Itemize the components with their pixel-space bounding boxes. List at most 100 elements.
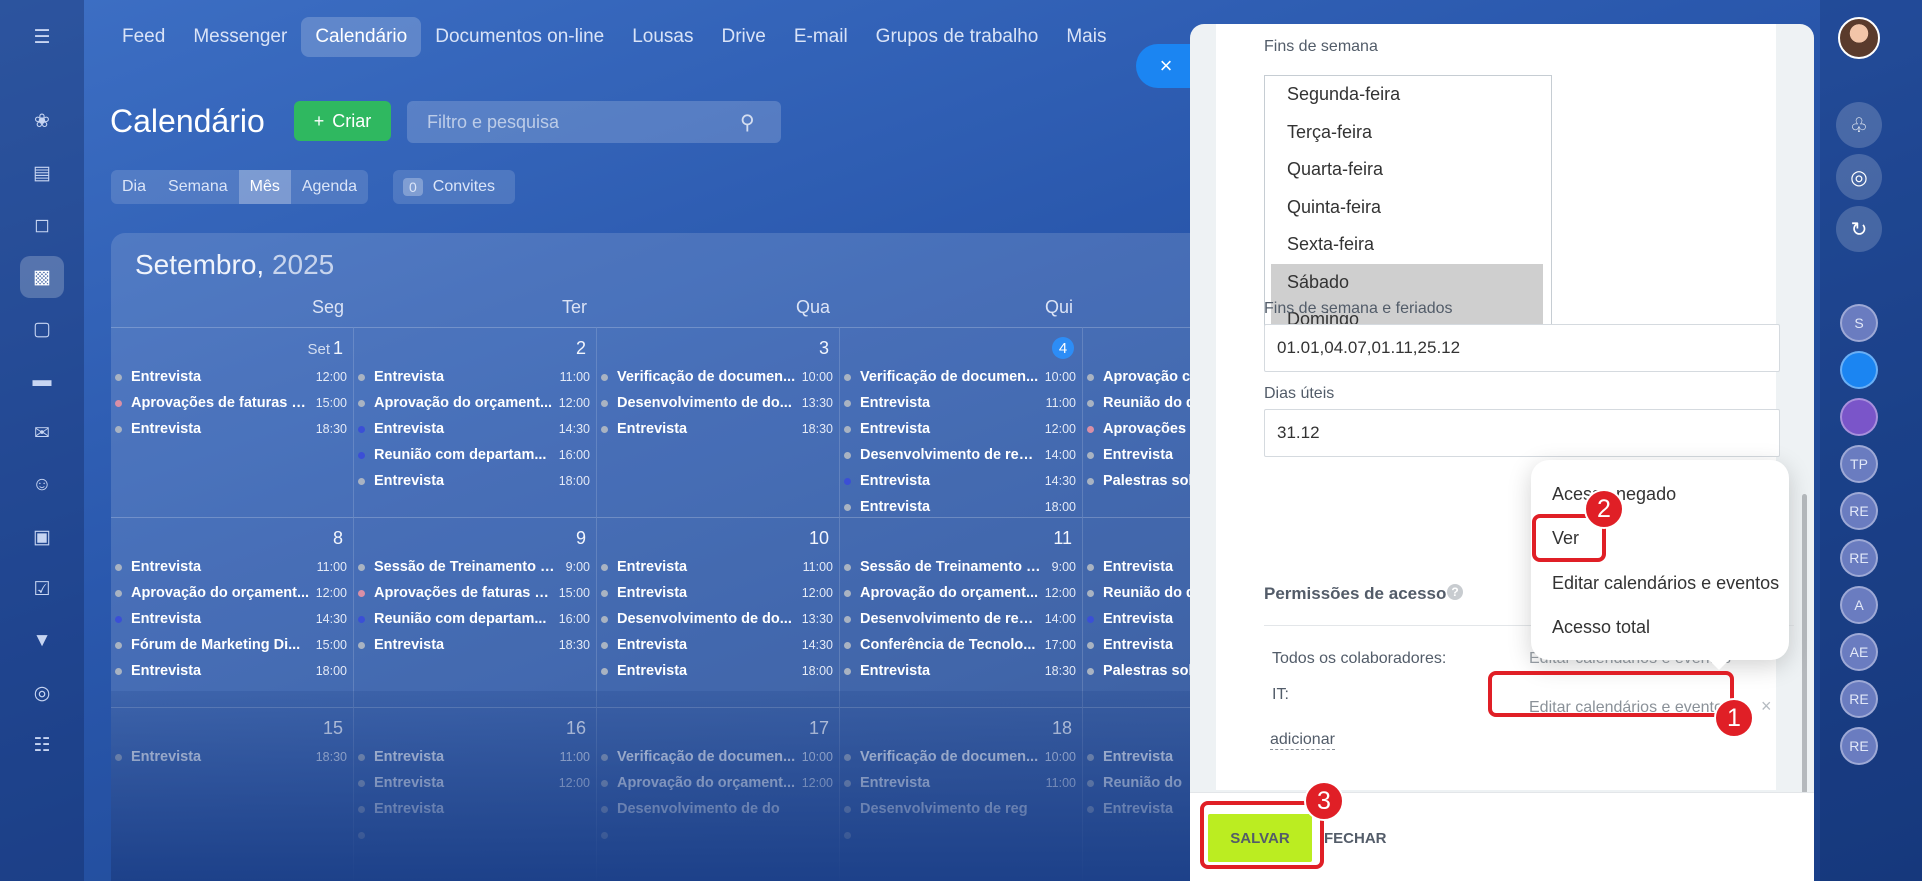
add-permission-link[interactable]: adicionar [1270,731,1335,750]
help-icon[interactable]: ? [1447,584,1463,600]
contact-avatar[interactable]: RE [1840,492,1878,530]
bell-icon[interactable]: ♧ [1836,102,1882,148]
tasks-icon[interactable]: ☑ [20,568,64,610]
holidays-input[interactable] [1264,324,1780,372]
calendar-event[interactable]: Verificação de documen... 10:00 [601,364,833,390]
calendar-event[interactable]: Reunião com departam... 16:00 [358,606,590,632]
calendar-event[interactable]: Entrevista 18:00 [115,658,347,684]
contact-avatar[interactable]: RE [1840,727,1878,765]
day-cell[interactable]: 10 Entrevista 11:00 Entrevista 12:00 Desenvol… [597,517,840,707]
weekend-option[interactable]: Segunda-feira [1271,76,1543,114]
cart-icon[interactable]: ☷ [20,724,64,766]
contact-avatar[interactable]: RE [1840,680,1878,718]
calendar-event[interactable]: Entrevista 18:30 [844,658,1076,684]
nav-item-1[interactable]: Messenger [179,17,301,57]
day-cell[interactable]: 2 Entrevista 11:00 Aprovação do orçament...… [354,327,597,517]
contact-avatar[interactable] [1840,351,1878,389]
tab-2[interactable]: Mês [238,170,291,204]
weekend-option[interactable]: Terça-feira [1271,114,1543,152]
day-cell[interactable]: Set 1 Entrevista 12:00 Aprovações de faturas… [111,327,354,517]
tab-1[interactable]: Semana [157,170,239,204]
calendar-event[interactable]: Aprovações de faturas d... 15:00 [358,580,590,606]
calendar-event[interactable]: Entrevista 11:00 [601,554,833,580]
calendar-event[interactable]: Sessão de Treinamento d... 9:00 [844,554,1076,580]
calendar-event[interactable]: Sessão de Treinamento d... 9:00 [358,554,590,580]
calendar-event[interactable]: Entrevista 14:30 [115,606,347,632]
calendar-event[interactable]: Entrevista 11:00 [844,390,1076,416]
calendar-event[interactable]: Desenvolvimento de do... 13:30 [601,390,833,416]
day-cell[interactable]: 8 Entrevista 11:00 Aprovação do orçament...… [111,517,354,707]
calendar-event[interactable]: Entrevista 12:00 [844,416,1076,442]
contact-avatar[interactable]: S [1840,304,1878,342]
nav-item-6[interactable]: E-mail [780,17,862,57]
invites-button[interactable]: 0 Convites [393,170,515,204]
calendar-event[interactable]: Entrevista 18:30 [601,416,833,442]
target-icon[interactable]: ◎ [20,672,64,714]
day-cell[interactable]: 4 Verificação de documen... 10:00 Entrevist… [840,327,1083,517]
nav-item-8[interactable]: Mais [1052,17,1120,57]
calendar-event[interactable]: Aprovação do orçament... 12:00 [844,580,1076,606]
day-cell[interactable]: 3 Verificação de documen... 10:00 Desenvolv… [597,327,840,517]
calendar-event[interactable]: Aprovação do orçament... 12:00 [115,580,347,606]
drive-icon[interactable]: ▬ [20,360,64,402]
weekend-option[interactable]: Quarta-feira [1271,151,1543,189]
tab-3[interactable]: Agenda [291,170,368,204]
weekend-option[interactable]: Sábado [1271,263,1543,301]
nav-item-3[interactable]: Documentos on-line [421,17,618,57]
menu-item-edit[interactable]: Editar calendários e eventos [1552,573,1779,594]
calendar-event[interactable]: Entrevista 18:30 [115,416,347,442]
nav-item-7[interactable]: Grupos de trabalho [862,17,1053,57]
remove-icon[interactable]: × [1761,696,1772,717]
calendar-event[interactable]: Entrevista 11:00 [358,364,590,390]
contact-avatar[interactable] [1840,398,1878,436]
calendar-event[interactable]: Entrevista 14:30 [844,468,1076,494]
calendar-event[interactable]: Entrevista 14:30 [358,416,590,442]
calendar-event[interactable]: Aprovação do orçament... 12:00 [358,390,590,416]
refresh-icon[interactable]: ↻ [1836,206,1882,252]
calendar-event[interactable]: Conferência de Tecnolo... 17:00 [844,632,1076,658]
close-slider-button[interactable]: × [1136,44,1196,88]
calendar-event[interactable]: Entrevista 18:00 [358,468,590,494]
calendar-event[interactable]: Desenvolvimento de do... 13:30 [601,606,833,632]
calendar-icon[interactable]: ▩ [20,256,64,298]
home-icon[interactable]: ❀ [20,100,64,142]
contact-avatar[interactable]: AE [1840,633,1878,671]
menu-icon[interactable]: ☰ [20,16,64,58]
calendar-event[interactable]: Desenvolvimento de reg... 14:00 [844,442,1076,468]
calendar-event[interactable]: Entrevista 14:30 [601,632,833,658]
filter-search-input[interactable] [407,101,781,143]
calendar-event[interactable]: Entrevista 18:00 [601,658,833,684]
nav-item-4[interactable]: Lousas [618,17,707,57]
calendar-event[interactable]: Desenvolvimento de reg... 14:00 [844,606,1076,632]
workdays-input[interactable] [1264,409,1780,457]
create-button[interactable]: + Criar [294,101,391,141]
calendar-event[interactable]: Fórum de Marketing Di... 15:00 [115,632,347,658]
menu-item-full-access[interactable]: Acesso total [1552,617,1650,638]
chat-icon[interactable]: ◻ [20,204,64,246]
funnel-icon[interactable]: ▼ [20,620,64,662]
weekend-option[interactable]: Quinta-feira [1271,189,1543,227]
users-icon[interactable]: ☺ [20,464,64,506]
weekend-option[interactable]: Sexta-feira [1271,226,1543,264]
calendar-event[interactable]: Verificação de documen... 10:00 [844,364,1076,390]
nav-item-2[interactable]: Calendário [301,17,422,57]
calendar-event[interactable]: Entrevista 11:00 [115,554,347,580]
contact-avatar[interactable]: TP [1840,445,1878,483]
user-avatar[interactable] [1838,17,1880,59]
target-icon[interactable]: ◎ [1836,154,1882,200]
scrollbar[interactable] [1802,494,1807,794]
day-cell[interactable]: 9 Sessão de Treinamento d... 9:00 Aprovaçõe… [354,517,597,707]
file-icon[interactable]: ▢ [20,308,64,350]
calendar-event[interactable]: Entrevista 12:00 [601,580,833,606]
contact-avatar[interactable]: RE [1840,539,1878,577]
mail-icon[interactable]: ✉ [20,412,64,454]
nav-item-5[interactable]: Drive [707,17,779,57]
document-icon[interactable]: ▤ [20,152,64,194]
search-icon[interactable]: ⚲ [740,110,755,135]
calendar-event[interactable]: Reunião com departam... 16:00 [358,442,590,468]
calendar-event[interactable]: Aprovações de faturas d... 15:00 [115,390,347,416]
presentation-icon[interactable]: ▣ [20,516,64,558]
nav-item-0[interactable]: Feed [108,17,179,57]
contact-avatar[interactable]: A [1840,586,1878,624]
calendar-event[interactable]: Entrevista 18:30 [358,632,590,658]
